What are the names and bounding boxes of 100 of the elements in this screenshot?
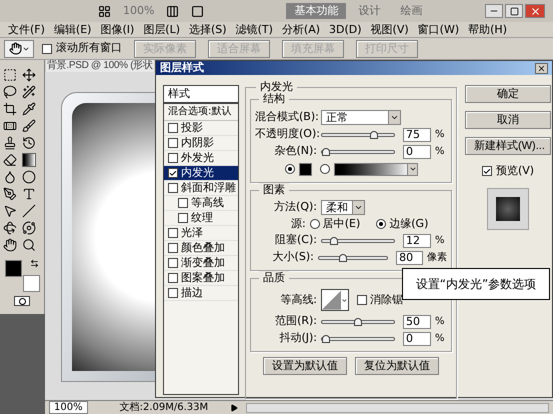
checkbox[interactable] xyxy=(168,243,178,253)
dropdown[interactable]: 正常 xyxy=(321,110,401,124)
slider-track[interactable] xyxy=(318,256,388,260)
slider-track[interactable] xyxy=(321,238,395,242)
style-item[interactable]: 图案叠加 xyxy=(164,271,238,286)
style-item[interactable]: 颜色叠加 xyxy=(164,241,238,256)
radio-button[interactable] xyxy=(320,164,330,174)
menu-item[interactable]: 分析(A) xyxy=(282,22,320,37)
button[interactable]: 设置为默认值 xyxy=(263,357,347,375)
scrollbar[interactable] xyxy=(246,402,549,412)
workspace-tab[interactable]: 绘画 xyxy=(392,3,430,19)
button[interactable]: 新建样式(W)... xyxy=(465,137,551,155)
radio-button[interactable] xyxy=(285,164,295,174)
type-icon[interactable] xyxy=(22,187,36,201)
menu-item[interactable]: 图像(I) xyxy=(100,22,134,37)
contour-picker[interactable] xyxy=(321,289,349,311)
move-icon[interactable] xyxy=(22,68,36,82)
button[interactable]: 确定 xyxy=(465,85,551,103)
maximize-icon[interactable] xyxy=(505,4,523,18)
gradient-icon[interactable] xyxy=(22,153,36,167)
gradient-picker[interactable] xyxy=(334,162,418,176)
checkbox[interactable] xyxy=(168,183,178,193)
menu-item[interactable]: 选择(S) xyxy=(189,22,227,37)
checkbox[interactable] xyxy=(168,273,178,283)
droplet-icon[interactable] xyxy=(3,170,17,184)
checkbox[interactable] xyxy=(42,44,52,54)
document-icon[interactable] xyxy=(98,4,111,18)
radio-button[interactable] xyxy=(376,219,386,229)
play-icon[interactable] xyxy=(230,404,238,412)
menu-item[interactable]: 视图(V) xyxy=(370,22,409,37)
search-icon[interactable] xyxy=(22,238,36,252)
value-field[interactable]: 0 xyxy=(403,332,431,346)
style-item[interactable]: 等高线 xyxy=(164,196,238,211)
style-item[interactable]: 渐变叠加 xyxy=(164,256,238,271)
style-item[interactable]: 内发光 xyxy=(164,166,238,181)
orbit-icon[interactable] xyxy=(22,221,36,235)
slider-track[interactable] xyxy=(321,320,395,324)
quick-mask-icon[interactable] xyxy=(14,296,30,306)
checkbox[interactable] xyxy=(168,138,178,148)
checkbox[interactable] xyxy=(178,213,188,223)
brush-icon[interactable] xyxy=(22,119,36,133)
menu-item[interactable]: 文件(F) xyxy=(8,22,45,37)
slider-thumb[interactable] xyxy=(354,318,362,326)
checkbox[interactable] xyxy=(168,258,178,268)
screen-mode-icon[interactable] xyxy=(191,4,204,18)
workspace-tab[interactable]: 设计 xyxy=(350,3,388,19)
slider-thumb[interactable] xyxy=(322,334,330,342)
close-icon[interactable] xyxy=(535,62,548,74)
pointer-icon[interactable] xyxy=(3,204,17,218)
hand-icon[interactable] xyxy=(3,238,17,252)
style-item[interactable]: 纹理 xyxy=(164,211,238,226)
button[interactable]: 复位为默认值 xyxy=(355,357,439,375)
checkbox[interactable] xyxy=(168,153,178,163)
checkbox[interactable] xyxy=(168,288,178,298)
checkbox[interactable] xyxy=(168,123,178,133)
checkbox[interactable] xyxy=(482,166,492,176)
history-brush-icon[interactable] xyxy=(22,136,36,150)
workspace-tab[interactable]: 基本功能 xyxy=(286,3,346,19)
menu-item[interactable]: 图层(L) xyxy=(143,22,180,37)
style-item[interactable]: 投影 xyxy=(164,121,238,136)
slider-track[interactable] xyxy=(321,132,395,136)
checkbox[interactable] xyxy=(178,198,188,208)
menu-item[interactable]: 滤镜(T) xyxy=(236,22,273,37)
color-swatch[interactable] xyxy=(299,162,312,176)
document-tab[interactable]: 背景.PSD @ 100% (形状 xyxy=(46,60,154,72)
wand-icon[interactable] xyxy=(22,85,36,99)
value-field[interactable]: 12 xyxy=(403,234,431,248)
value-field[interactable]: 75 xyxy=(403,128,431,142)
blend-options-item[interactable]: 混合选项:默认 xyxy=(164,104,238,121)
slider-thumb[interactable] xyxy=(370,130,378,138)
marquee-icon[interactable] xyxy=(3,68,17,82)
radio-button[interactable] xyxy=(310,219,320,229)
pen-icon[interactable] xyxy=(3,187,17,201)
swap-colors-icon[interactable] xyxy=(30,259,39,268)
value-field[interactable]: 50 xyxy=(403,314,431,328)
arrange-icon[interactable] xyxy=(166,4,180,18)
eyedropper-icon[interactable] xyxy=(22,102,36,116)
foreground-color-swatch[interactable] xyxy=(5,260,22,277)
slider-thumb[interactable] xyxy=(330,236,338,244)
rotate-3d-icon[interactable] xyxy=(3,221,17,235)
dropdown[interactable]: 柔和 xyxy=(321,200,365,215)
button[interactable]: 取消 xyxy=(465,111,551,129)
line-icon[interactable] xyxy=(22,204,36,218)
circle-icon[interactable] xyxy=(22,170,36,184)
checkbox[interactable] xyxy=(168,168,178,178)
bandage-icon[interactable] xyxy=(3,119,17,133)
value-field[interactable]: 80 xyxy=(396,250,424,264)
crop-icon[interactable] xyxy=(3,102,17,116)
zoom-field[interactable]: 100% xyxy=(49,401,88,414)
menu-item[interactable]: 3D(D) xyxy=(329,22,362,37)
menu-item[interactable]: 编辑(E) xyxy=(54,22,92,37)
style-item[interactable]: 内阴影 xyxy=(164,136,238,151)
style-item[interactable]: 光泽 xyxy=(164,226,238,241)
menu-item[interactable]: 窗口(W) xyxy=(418,22,460,37)
lasso-icon[interactable] xyxy=(3,85,17,99)
minimize-icon[interactable] xyxy=(485,4,503,18)
hand-tool-icon[interactable] xyxy=(4,40,34,58)
slider-thumb[interactable] xyxy=(338,254,347,262)
value-field[interactable]: 0 xyxy=(403,144,431,158)
eraser-icon[interactable] xyxy=(3,153,17,167)
